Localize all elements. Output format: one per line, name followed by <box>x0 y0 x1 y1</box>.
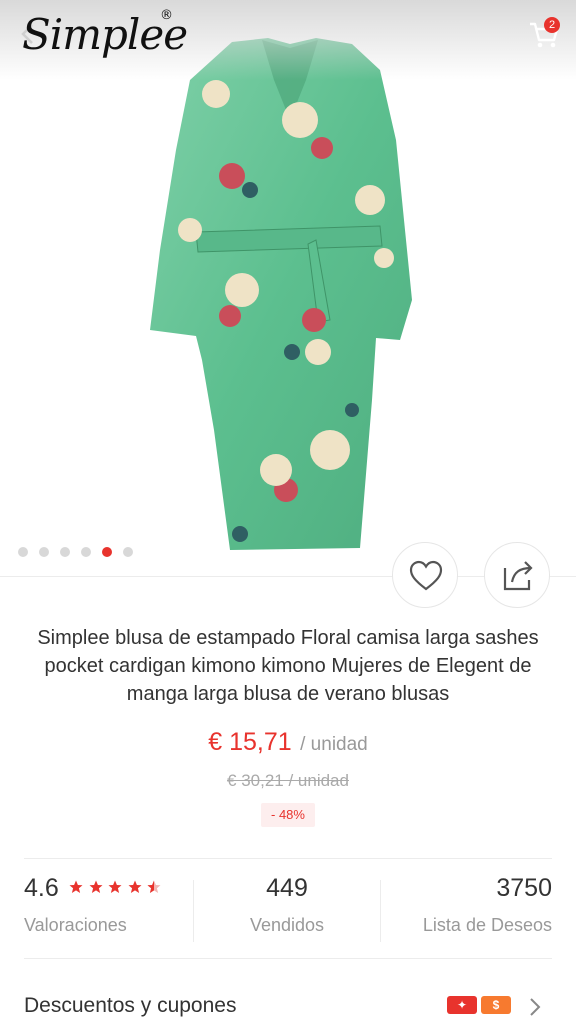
price-row: € 15,71 / unidad <box>0 728 576 757</box>
rating-stars <box>69 880 162 899</box>
stat-divider <box>193 880 194 942</box>
pagination-dot[interactable] <box>18 547 28 557</box>
stat-divider <box>380 880 381 942</box>
chevron-right-icon <box>530 998 541 1016</box>
star-icon <box>69 880 83 893</box>
cart-count-badge: 2 <box>544 17 560 33</box>
price-coupon-icon: $ <box>481 996 511 1014</box>
wishlist-label: Lista de Deseos <box>422 915 552 935</box>
store-coupon-icon: ✦ <box>447 996 477 1014</box>
original-price: € 30,21 / unidad <box>227 771 349 790</box>
product-title: Simplee blusa de estampado Floral camisa… <box>37 627 539 705</box>
rating-stat[interactable]: 4.6 Valoraciones <box>24 874 162 948</box>
rating-label: Valoraciones <box>24 915 127 935</box>
discount-badge: - 48% <box>261 803 315 827</box>
current-price: € 15,71 <box>208 728 292 756</box>
pagination-dot[interactable] <box>81 547 91 557</box>
wishlist-stat[interactable]: 3750 Lista de Deseos <box>402 874 552 948</box>
rating-value: 4.6 <box>24 874 59 902</box>
star-icon <box>108 880 122 893</box>
divider <box>24 958 552 959</box>
pagination-dot[interactable] <box>39 547 49 557</box>
header: Simplee ® 2 <box>0 0 576 80</box>
product-image[interactable] <box>0 0 576 576</box>
product-image-gallery[interactable] <box>0 0 576 576</box>
price-unit: / unidad <box>300 734 368 755</box>
stats-row: 4.6 Valoraciones 449 Vendidos 3750 Lista… <box>0 874 576 948</box>
heart-icon <box>409 560 443 591</box>
sold-label: Vendidos <box>249 915 325 935</box>
share-button[interactable] <box>484 542 550 608</box>
star-icon <box>128 880 142 893</box>
favorite-button[interactable] <box>392 542 458 608</box>
share-icon <box>503 561 533 591</box>
pagination-dot-active[interactable] <box>102 547 112 557</box>
sold-value: 449 <box>266 874 308 902</box>
gallery-pagination <box>18 547 133 557</box>
coupons-row[interactable]: Descuentos y cupones ✦ $ <box>24 990 552 1024</box>
star-half-icon <box>147 880 161 893</box>
pagination-dot[interactable] <box>60 547 70 557</box>
wishlist-value: 3750 <box>496 874 552 902</box>
coupon-icons: ✦ $ <box>447 996 511 1014</box>
divider <box>24 858 552 859</box>
star-icon <box>89 880 103 893</box>
sold-stat: 449 Vendidos <box>232 874 342 948</box>
pagination-dot[interactable] <box>123 547 133 557</box>
coupons-label: Descuentos y cupones <box>24 994 237 1017</box>
registered-mark: ® <box>160 8 173 23</box>
